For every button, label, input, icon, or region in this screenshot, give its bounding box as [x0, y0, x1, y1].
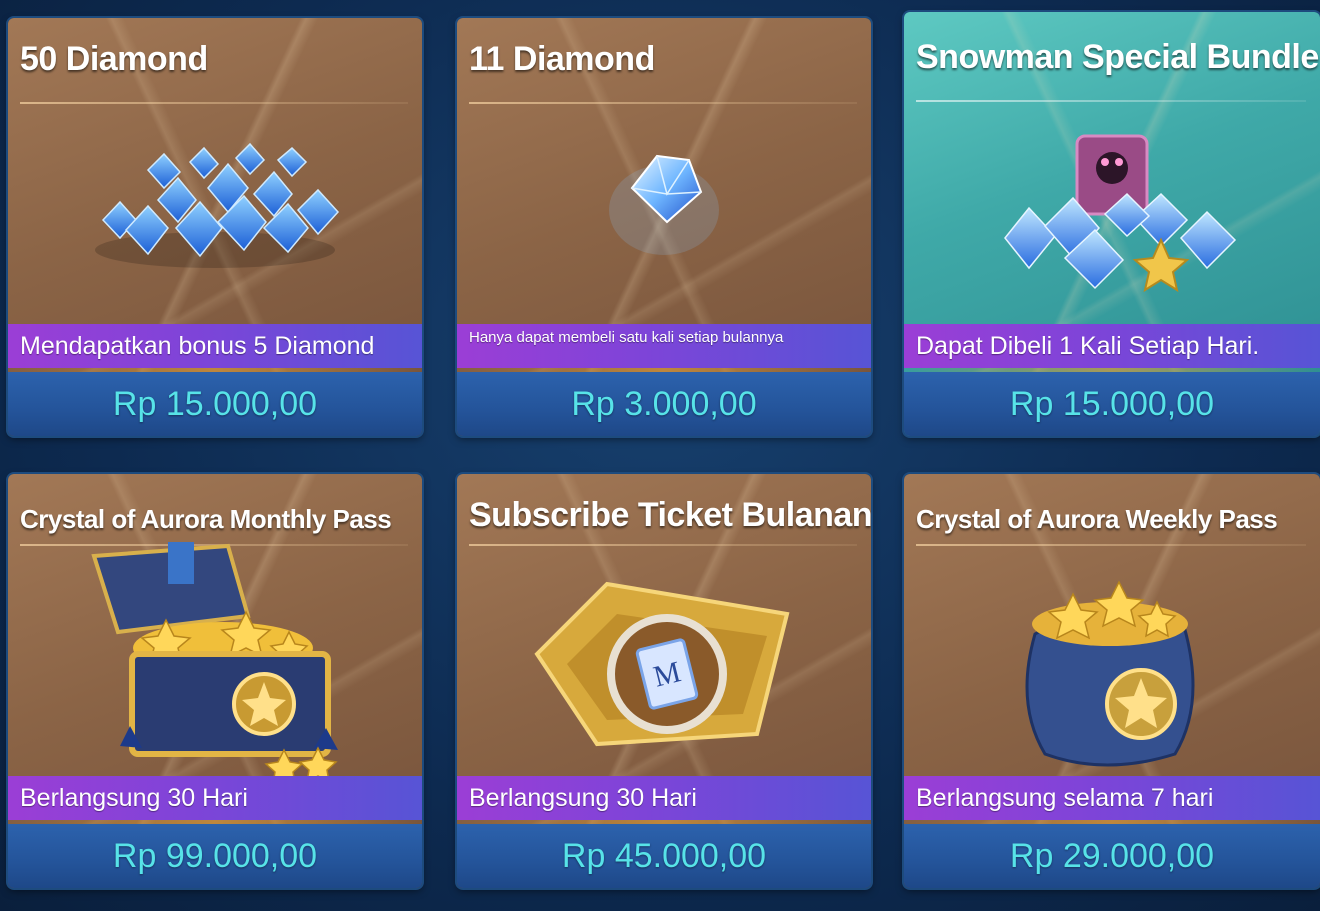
treasure-chest-icon — [8, 536, 422, 786]
item-info-banner: Berlangsung selama 7 hari — [904, 776, 1320, 820]
item-title: Snowman Special Bundle — [916, 38, 1319, 76]
title-underline — [469, 102, 857, 104]
price-button[interactable]: Rp 15.000,00 — [904, 372, 1320, 436]
price-button[interactable]: Rp 15.000,00 — [8, 372, 422, 436]
shop-item-subscribe-ticket[interactable]: Subscribe Ticket Bulanan M Berlangsung 3… — [457, 474, 871, 888]
item-title: Subscribe Ticket Bulanan — [469, 496, 871, 534]
shop-item-aurora-weekly-pass[interactable]: Crystal of Aurora Weekly Pass Berlangsun… — [904, 474, 1320, 888]
price-button[interactable]: Rp 3.000,00 — [457, 372, 871, 436]
snowman-bundle-icon — [904, 108, 1320, 322]
item-info-banner: Hanya dapat membeli satu kali setiap bul… — [457, 324, 871, 368]
shop-item-aurora-monthly-pass[interactable]: Crystal of Aurora Monthly Pass Berlangsu… — [8, 474, 422, 888]
single-diamond-icon — [457, 110, 871, 324]
item-title: 50 Diamond — [20, 40, 208, 78]
item-info-banner: Mendapatkan bonus 5 Diamond — [8, 324, 422, 368]
price-button[interactable]: Rp 45.000,00 — [457, 824, 871, 888]
price-button[interactable]: Rp 29.000,00 — [904, 824, 1320, 888]
title-underline — [916, 100, 1306, 102]
shop-item-11-diamond[interactable]: 11 Diamond Hanya dapat membeli satu kali… — [457, 18, 871, 436]
item-info-banner: Berlangsung 30 Hari — [457, 776, 871, 820]
title-underline — [916, 544, 1306, 546]
shop-item-50-diamond[interactable]: 50 Diamond Mendapatkan bonus 5 Diamond R… — [8, 18, 422, 436]
item-title: Crystal of Aurora Monthly Pass — [20, 504, 392, 534]
item-info-banner: Berlangsung 30 Hari — [8, 776, 422, 820]
title-underline — [20, 102, 408, 104]
ticket-icon: M — [457, 544, 871, 780]
item-title: Crystal of Aurora Weekly Pass — [916, 504, 1278, 534]
shop-item-snowman-bundle[interactable]: Snowman Special Bundle Dapat Dibeli 1 Ka… — [904, 12, 1320, 436]
item-title: 11 Diamond — [469, 40, 655, 78]
price-button[interactable]: Rp 99.000,00 — [8, 824, 422, 888]
item-info-banner: Dapat Dibeli 1 Kali Setiap Hari. — [904, 324, 1320, 368]
diamond-pile-icon — [8, 110, 422, 324]
shop-grid: 50 Diamond Mendapatkan bonus 5 Diamond R… — [0, 0, 1320, 911]
coin-bag-icon — [904, 554, 1320, 780]
